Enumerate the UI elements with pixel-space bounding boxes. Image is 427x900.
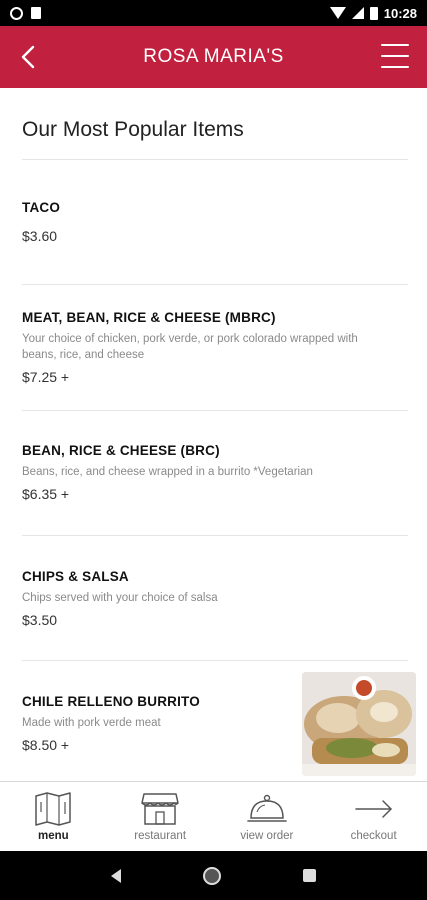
divider	[22, 410, 408, 411]
system-back-icon[interactable]	[111, 868, 121, 883]
nav-label: checkout	[350, 830, 397, 842]
system-nav-bar	[0, 851, 427, 900]
menu-map-icon	[35, 792, 72, 826]
section-title: Our Most Popular Items	[22, 118, 244, 141]
hamburger-line	[381, 55, 409, 57]
nav-label: menu	[38, 830, 69, 842]
item-price: $8.50 +	[22, 737, 70, 753]
menu-item-chips-salsa[interactable]: CHIPS & SALSA Chips served with your cho…	[22, 569, 408, 628]
menu-item-taco[interactable]: TACO $3.60	[22, 200, 408, 244]
arrow-right-icon	[354, 800, 392, 818]
menu-content[interactable]: Our Most Popular Items TACO $3.60 MEAT, …	[0, 88, 427, 781]
status-right: 10:28	[329, 5, 417, 21]
bottom-nav: menu restaurant view order checkout	[0, 781, 427, 851]
hamburger-menu-button[interactable]	[381, 44, 409, 68]
cell-signal-icon	[351, 7, 364, 19]
burrito-photo	[302, 672, 416, 776]
item-price: $7.25 +	[22, 369, 70, 385]
status-time: 10:28	[383, 5, 417, 21]
system-home-icon[interactable]	[203, 866, 221, 885]
sim-card-icon	[31, 7, 41, 19]
menu-item-mbrc[interactable]: MEAT, BEAN, RICE & CHEESE (MBRC) Your ch…	[22, 310, 408, 385]
item-price: $3.50	[22, 612, 58, 628]
item-description: Chips served with your choice of salsa	[22, 592, 218, 604]
chevron-left-icon	[21, 45, 35, 69]
nav-restaurant[interactable]: restaurant	[107, 782, 214, 851]
item-description: Your choice of chicken, pork verde, or p…	[22, 333, 358, 361]
divider	[22, 535, 408, 536]
menu-item-chile-relleno-burrito[interactable]: CHILE RELLENO BURRITO Made with pork ver…	[22, 694, 272, 753]
divider	[22, 284, 408, 285]
divider	[22, 660, 408, 661]
hamburger-line	[381, 44, 409, 46]
item-description: Beans, rice, and cheese wrapped in a bur…	[22, 466, 313, 478]
item-name: TACO	[22, 200, 61, 215]
nav-checkout[interactable]: checkout	[320, 782, 427, 851]
item-name: CHIPS & SALSA	[22, 569, 129, 584]
system-recents-icon[interactable]	[303, 869, 316, 882]
nav-label: restaurant	[134, 830, 187, 842]
nav-label: view order	[240, 830, 294, 842]
item-description: Made with pork verde meat	[22, 717, 161, 729]
wifi-icon	[329, 7, 346, 19]
nav-menu[interactable]: menu	[0, 782, 107, 851]
item-name: MEAT, BEAN, RICE & CHEESE (MBRC)	[22, 310, 276, 325]
item-name: BEAN, RICE & CHEESE (BRC)	[22, 443, 220, 458]
item-price: $6.35 +	[22, 486, 70, 502]
menu-item-brc[interactable]: BEAN, RICE & CHEESE (BRC) Beans, rice, a…	[22, 443, 408, 502]
back-button[interactable]	[14, 42, 44, 72]
divider	[22, 159, 408, 160]
nav-view-order[interactable]: view order	[214, 782, 321, 851]
item-name: CHILE RELLENO BURRITO	[22, 694, 200, 709]
status-left	[10, 6, 41, 20]
status-bar: 10:28	[0, 0, 427, 26]
item-photo-chile-relleno-burrito[interactable]	[302, 672, 416, 776]
item-price: $3.60	[22, 228, 58, 244]
notification-icon	[10, 6, 23, 20]
app-title: ROSA MARIA'S	[143, 46, 284, 67]
hamburger-line	[381, 66, 409, 68]
battery-icon	[369, 6, 378, 20]
storefront-icon	[141, 793, 179, 825]
app-header: ROSA MARIA'S	[0, 26, 427, 88]
cloche-icon	[247, 794, 287, 822]
